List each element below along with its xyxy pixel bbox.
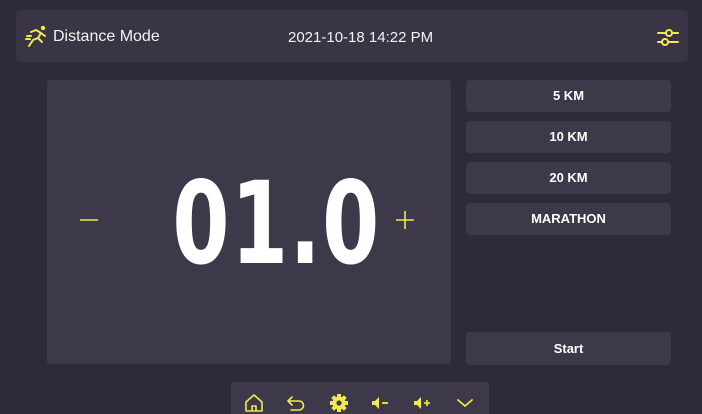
header-bar: Distance Mode 2021-10-18 14:22 PM <box>16 10 688 62</box>
home-icon[interactable] <box>242 391 266 414</box>
distance-value: 01.0 <box>172 157 381 290</box>
runner-icon <box>24 24 50 50</box>
plus-icon[interactable] <box>393 200 417 240</box>
preset-10km-button[interactable]: 10 KM <box>466 121 671 153</box>
preset-marathon-button[interactable]: MARATHON <box>466 203 671 235</box>
chevron-down-icon[interactable] <box>453 391 477 414</box>
volume-down-icon[interactable] <box>368 391 392 414</box>
back-icon[interactable] <box>284 391 308 414</box>
preset-5km-button[interactable]: 5 KM <box>466 80 671 112</box>
datetime-display: 2021-10-18 14:22 PM <box>288 29 434 46</box>
sliders-icon[interactable] <box>654 24 682 50</box>
preset-20km-button[interactable]: 20 KM <box>466 162 671 194</box>
mode-title: Distance Mode <box>53 28 160 45</box>
gear-icon[interactable] <box>327 391 351 414</box>
minus-icon[interactable] <box>77 200 101 240</box>
volume-up-icon[interactable] <box>410 391 434 414</box>
start-button[interactable]: Start <box>466 332 671 365</box>
bottom-nav-bar <box>231 382 489 414</box>
distance-display-panel: 01.0 <box>47 80 451 364</box>
